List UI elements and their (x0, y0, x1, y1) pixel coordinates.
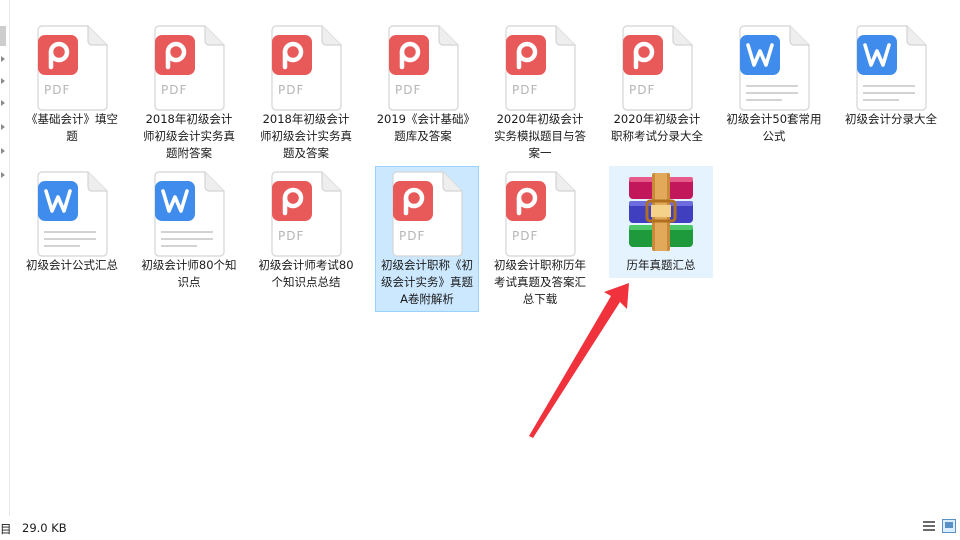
file-item[interactable]: PDF 2018年初级会计师初级会计实务真题及答案 (254, 20, 358, 166)
pdf-logo-icon (399, 41, 421, 70)
document-lines (161, 231, 213, 252)
file-list-view: PDF 《基础会计》填空题 PDF 2018年初级会计师初级会计实务真题附答案 PDF 2… (20, 10, 960, 510)
status-bar: 目 29.0 KB (0, 516, 960, 540)
file-name-label: 初级会计师80个知识点 (141, 258, 237, 289)
winrar-archive-icon (625, 171, 697, 257)
nav-expand-arrow-icon[interactable] (1, 78, 5, 84)
file-name-label: 2019《会计基础》题库及答案 (376, 112, 470, 143)
file-name-label: 历年真题汇总 (626, 258, 696, 272)
file-name-label: 初级会计职称《初级会计实务》真题A卷附解析 (381, 258, 473, 306)
file-item[interactable]: PDF 初级会计职称《初级会计实务》真题A卷附解析 (375, 166, 479, 312)
document-lines (44, 231, 96, 252)
document-lines (863, 85, 915, 106)
pdf-badge (155, 35, 195, 75)
word-logo-icon (863, 43, 891, 67)
winrar-archive-icon (629, 173, 693, 251)
nav-expand-arrow-icon[interactable] (1, 148, 5, 154)
pdf-logo-icon (516, 41, 538, 70)
pdf-badge (389, 35, 429, 75)
word-file-icon (855, 25, 927, 111)
pdf-file-icon: PDF (621, 25, 693, 111)
pdf-watermark-text: PDF (399, 229, 426, 243)
pdf-watermark-text: PDF (278, 229, 305, 243)
nav-expand-arrow-icon[interactable] (1, 100, 5, 106)
file-item[interactable]: 初级会计师80个知识点 (137, 166, 241, 295)
pdf-logo-icon (282, 41, 304, 70)
pdf-watermark-text: PDF (161, 83, 188, 97)
file-name-label: 2020年初级会计职称考试分录大全 (611, 112, 703, 143)
file-item[interactable]: 初级会计50套常用公式 (722, 20, 826, 149)
file-name-label: 初级会计师考试80个知识点总结 (258, 258, 354, 289)
file-item[interactable]: 初级会计分录大全 (839, 20, 943, 132)
nav-expand-arrow-icon[interactable] (1, 124, 5, 130)
pdf-logo-icon (282, 187, 304, 216)
word-logo-icon (161, 189, 189, 213)
navigation-pane (0, 0, 10, 516)
word-logo-icon (44, 189, 72, 213)
word-badge (857, 35, 897, 75)
pdf-badge (506, 181, 546, 221)
file-name-label: 2018年初级会计师初级会计实务真题附答案 (143, 112, 235, 160)
file-name-label: 2018年初级会计师初级会计实务真题及答案 (260, 112, 352, 160)
document-lines (746, 85, 798, 106)
file-name-label: 初级会计分录大全 (845, 112, 937, 126)
file-name-label: 2020年初级会计实务模拟题目与答案一 (494, 112, 586, 160)
nav-expand-arrow-icon[interactable] (1, 56, 5, 62)
pdf-watermark-text: PDF (44, 83, 71, 97)
pdf-file-icon: PDF (153, 25, 225, 111)
pdf-file-icon: PDF (504, 25, 576, 111)
pdf-file-icon: PDF (270, 25, 342, 111)
file-item[interactable]: PDF 《基础会计》填空题 (20, 20, 124, 149)
file-name-label: 初级会计职称历年考试真题及答案汇总下载 (494, 258, 586, 306)
word-file-icon (36, 171, 108, 257)
pdf-badge (623, 35, 663, 75)
file-item[interactable]: PDF 2020年初级会计实务模拟题目与答案一 (488, 20, 592, 166)
pdf-logo-icon (403, 187, 425, 216)
pdf-file-icon: PDF (504, 171, 576, 257)
pdf-badge (506, 35, 546, 75)
word-file-icon (153, 171, 225, 257)
file-item[interactable]: PDF 2019《会计基础》题库及答案 (371, 20, 475, 149)
pdf-logo-icon (516, 187, 538, 216)
pdf-badge (272, 181, 312, 221)
pdf-file-icon: PDF (391, 171, 463, 257)
nav-expand-arrow-icon[interactable] (1, 172, 5, 178)
pdf-watermark-text: PDF (512, 229, 539, 243)
pdf-file-icon: PDF (36, 25, 108, 111)
pdf-watermark-text: PDF (395, 83, 422, 97)
pdf-badge (272, 35, 312, 75)
file-item[interactable]: PDF 2018年初级会计师初级会计实务真题附答案 (137, 20, 241, 166)
pdf-logo-icon (633, 41, 655, 70)
word-logo-icon (746, 43, 774, 67)
pdf-watermark-text: PDF (278, 83, 305, 97)
pdf-watermark-text: PDF (629, 83, 656, 97)
pdf-badge (38, 35, 78, 75)
large-icons-view-icon[interactable] (942, 519, 956, 533)
nav-scrollbar-thumb[interactable] (0, 26, 6, 46)
file-item[interactable]: PDF 初级会计师考试80个知识点总结 (254, 166, 358, 295)
file-item[interactable]: PDF 初级会计职称历年考试真题及答案汇总下载 (488, 166, 592, 312)
file-name-label: 初级会计50套常用公式 (726, 112, 822, 143)
pdf-badge (393, 181, 433, 221)
pdf-file-icon: PDF (270, 171, 342, 257)
details-view-icon[interactable] (922, 519, 936, 533)
file-name-label: 初级会计公式汇总 (26, 258, 118, 272)
selected-size-text: 29.0 KB (22, 521, 67, 535)
word-badge (155, 181, 195, 221)
word-badge (740, 35, 780, 75)
file-item[interactable]: 初级会计公式汇总 (20, 166, 124, 278)
pdf-logo-icon (165, 41, 187, 70)
file-item[interactable]: PDF 2020年初级会计职称考试分录大全 (605, 20, 709, 149)
word-file-icon (738, 25, 810, 111)
file-item[interactable]: 历年真题汇总 (609, 166, 713, 278)
pdf-file-icon: PDF (387, 25, 459, 111)
file-name-label: 《基础会计》填空题 (26, 112, 118, 143)
word-badge (38, 181, 78, 221)
item-count-text: 目 (0, 522, 12, 536)
pdf-watermark-text: PDF (512, 83, 539, 97)
pdf-logo-icon (48, 41, 70, 70)
